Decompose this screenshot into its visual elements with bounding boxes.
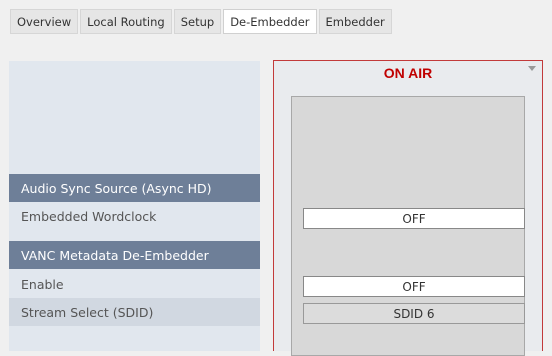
parameter-labels-panel: Audio Sync Source (Async HD) Embedded Wo… [9,61,260,351]
channel-panel: ON AIR OFF OFF SDID 6 [273,60,543,356]
on-air-status: ON AIR [383,65,433,81]
tab-bar: Overview Local Routing Setup De-Embedder… [10,9,394,34]
chevron-down-icon[interactable] [528,66,536,71]
embedded-wordclock-label: Embedded Wordclock [21,208,157,224]
stream-select-field[interactable]: SDID 6 [303,303,525,324]
tab-local-routing[interactable]: Local Routing [80,9,172,34]
vanc-section-header: VANC Metadata De-Embedder [9,241,260,269]
enable-field[interactable]: OFF [303,276,525,297]
tab-setup[interactable]: Setup [173,9,222,34]
embedded-wordclock-field[interactable]: OFF [303,208,525,229]
enable-label: Enable [21,276,64,292]
tab-de-embedder[interactable]: De-Embedder [223,9,317,34]
tab-overview[interactable]: Overview [10,9,79,34]
tab-embedder[interactable]: Embedder [318,9,392,34]
stream-select-label: Stream Select (SDID) [9,298,260,326]
audio-sync-section-header: Audio Sync Source (Async HD) [9,174,260,202]
